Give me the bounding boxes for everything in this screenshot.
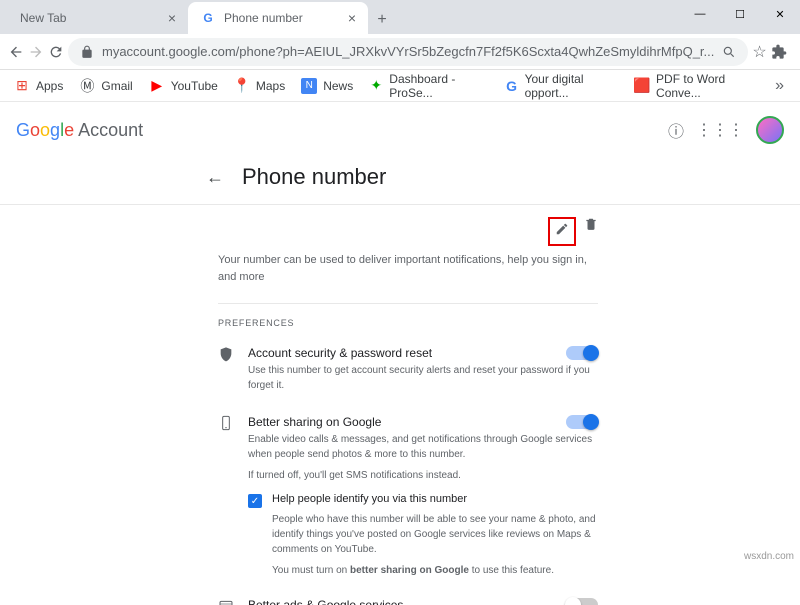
toggle-security[interactable] [566,346,598,360]
intro-text: Your number can be used to deliver impor… [218,252,598,285]
page-title-row: ← Phone number [0,158,800,205]
apps-icon: ⊞ [14,78,30,94]
address-bar[interactable]: myaccount.google.com/phone?ph=AEIUL_JRXk… [68,38,748,66]
google-icon: G [504,78,518,94]
bookmark-dashboard[interactable]: ✦Dashboard - ProSe... [363,68,494,104]
tab-label: New Tab [20,11,66,25]
window-minimize[interactable]: — [680,0,720,28]
edit-highlight [548,217,576,246]
tab-new-tab[interactable]: New Tab × [8,2,188,34]
youtube-icon: ▶ [149,78,165,94]
tab-label: Phone number [224,11,303,25]
page-title: Phone number [242,164,386,190]
apps-shortcut[interactable]: ⊞ Apps [8,74,69,98]
dashboard-icon: ✦ [369,78,383,94]
pref-ads: Better ads & Google services Use this nu… [218,590,598,605]
google-logo[interactable]: Google [16,120,74,141]
phone-icon [218,415,236,576]
pref-desc: Enable video calls & messages, and get n… [248,432,598,462]
star-button[interactable]: ☆ [752,38,766,66]
sub-title: Help people identify you via this number [272,493,467,508]
pref-sharing: Better sharing on Google Enable video ca… [218,407,598,590]
google-favicon: G [200,10,216,26]
toggle-ads[interactable] [566,598,598,605]
new-tab-button[interactable]: + [368,6,396,34]
close-icon[interactable]: × [168,10,176,26]
pref-desc: Use this number to get account security … [248,363,598,393]
help-icon[interactable]: ⓘ [668,118,684,142]
preferences-label: PREFERENCES [218,304,598,338]
sub-desc: People who have this number will be able… [272,512,598,557]
menu-button[interactable]: ⋮ [795,38,800,66]
watermark: wsxdn.com [744,551,794,562]
shield-icon [218,346,236,393]
edit-icon[interactable] [555,223,569,240]
window-close[interactable]: ✕ [760,0,800,28]
extensions-button[interactable] [771,38,787,66]
back-button[interactable] [8,38,24,66]
gmail-icon: Ⓜ [79,78,95,94]
ads-icon [218,598,236,605]
bookmark-youtube[interactable]: ▶YouTube [143,74,224,98]
lock-icon [80,45,94,59]
maps-icon: 📍 [234,78,250,94]
toggle-sharing[interactable] [566,415,598,429]
bookmark-news[interactable]: NNews [295,74,359,98]
pref-title: Account security & password reset [248,346,554,360]
checkbox-identify[interactable]: ✓ [248,494,262,508]
content-scroll[interactable]: Your number can be used to deliver impor… [0,205,800,605]
apps-grid-icon[interactable]: ⋮⋮⋮ [696,120,744,140]
bookmark-digital[interactable]: GYour digital opport... [498,68,624,104]
url-text: myaccount.google.com/phone?ph=AEIUL_JRXk… [102,44,714,59]
reload-button[interactable] [48,38,64,66]
pref-security: Account security & password reset Use th… [218,338,598,407]
product-name: Account [78,120,143,141]
forward-button[interactable] [28,38,44,66]
browser-toolbar: myaccount.google.com/phone?ph=AEIUL_JRXk… [0,34,800,70]
app-header: Google Account ⓘ ⋮⋮⋮ [0,102,800,158]
pref-note: If turned off, you'll get SMS notificati… [248,470,598,481]
bookmark-gmail[interactable]: ⓂGmail [73,74,138,98]
pref-title: Better sharing on Google [248,415,554,429]
close-icon[interactable]: × [348,10,356,26]
tab-phone-number[interactable]: G Phone number × [188,2,368,34]
bookmark-maps[interactable]: 📍Maps [228,74,291,98]
pref-title: Better ads & Google services [248,598,554,605]
search-url-icon[interactable] [722,45,736,59]
content: Your number can be used to deliver impor… [218,205,598,605]
account-avatar[interactable] [756,116,784,144]
pdf-icon: 🟥 [634,78,650,94]
bookmarks-overflow[interactable]: » [767,72,792,100]
sub-note: You must turn on better sharing on Googl… [272,565,598,576]
bookmark-pdf[interactable]: 🟥PDF to Word Conve... [628,68,763,104]
back-arrow[interactable]: ← [206,167,224,188]
delete-icon[interactable] [584,217,598,246]
window-maximize[interactable]: ☐ [720,0,760,28]
news-icon: N [301,78,317,94]
bookmarks-bar: ⊞ Apps ⓂGmail ▶YouTube 📍Maps NNews ✦Dash… [0,70,800,102]
